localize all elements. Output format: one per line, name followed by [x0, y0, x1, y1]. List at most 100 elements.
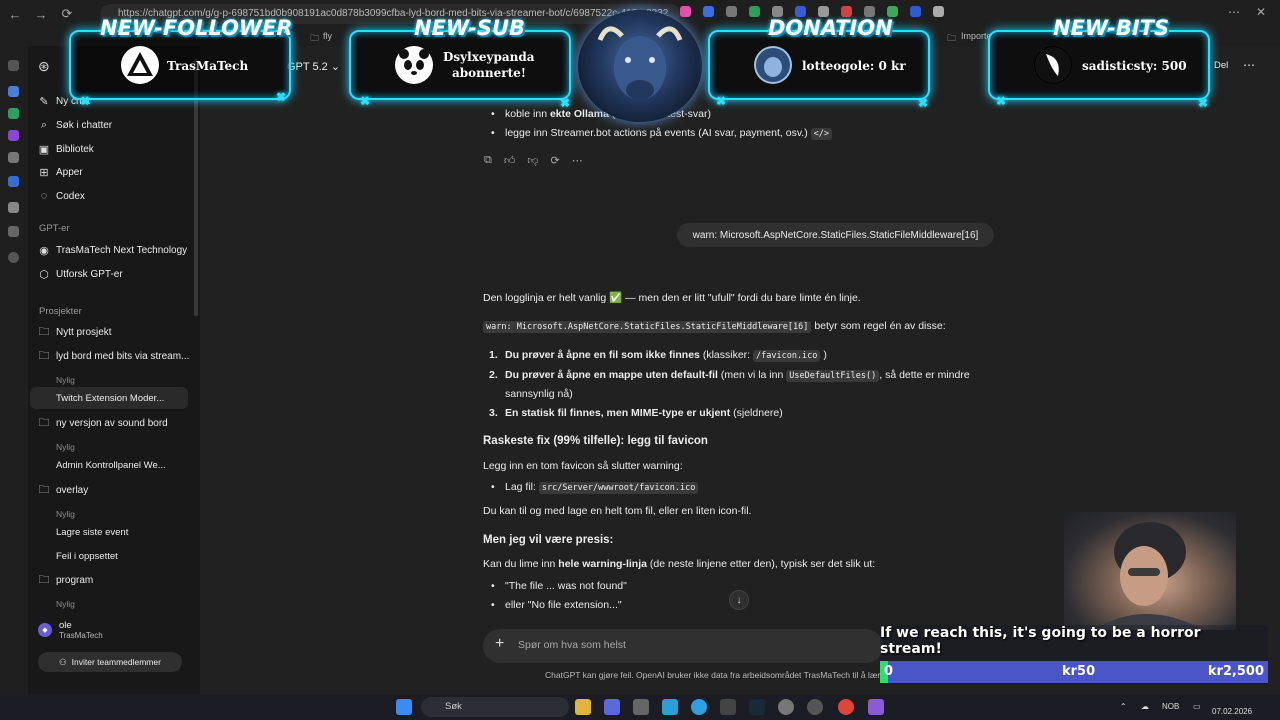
thumbs-up-icon[interactable]: 👍︎ — [504, 154, 516, 167]
folder-icon: 🗀 — [38, 483, 50, 496]
inline-code: UseDefaultFiles() — [786, 370, 880, 382]
paragraph: warn: Microsoft.AspNetCore.StaticFiles.S… — [483, 320, 946, 333]
sidebar-item-label: lyd bord med bits via stream... — [56, 350, 190, 362]
sidebar-item-codex[interactable]: ◌ Codex — [38, 185, 193, 207]
paragraph: Du kan til og med lage en helt tom fil, … — [483, 505, 752, 517]
rail-app-icon[interactable] — [8, 130, 19, 141]
user-menu[interactable]: ◆ ole TrasMaTech — [38, 620, 103, 640]
close-window-icon[interactable]: ✕ — [1256, 5, 1266, 19]
windows-start-icon[interactable] — [396, 699, 412, 715]
extension-icon[interactable] — [910, 6, 921, 17]
bookmark-fly[interactable]: fly — [323, 31, 332, 41]
chevron-up-icon[interactable]: ⌃ — [1120, 702, 1127, 711]
sidebar-item-explore-gpts[interactable]: ⬡ Utforsk GPT-er — [38, 263, 193, 285]
steam-icon[interactable] — [749, 699, 765, 715]
plus-icon[interactable]: + — [495, 635, 504, 653]
sidebar-chat-lagre[interactable]: Lagre siste event — [56, 527, 128, 538]
text-bold: hele warning-linja — [558, 558, 647, 570]
forward-icon[interactable]: → — [30, 3, 52, 25]
text: Kan du lime inn — [483, 558, 559, 570]
sidebar-item-apps[interactable]: ⊞ Apper — [38, 161, 193, 183]
goal-text: If we reach this, it's going to be a hor… — [880, 625, 1201, 657]
extension-icon[interactable] — [726, 6, 737, 17]
app-icon[interactable] — [662, 699, 678, 715]
donor-avatar-icon — [754, 46, 792, 84]
store-icon[interactable] — [604, 699, 620, 715]
model-selector[interactable]: GPT 5.2 ⌄ — [287, 60, 340, 73]
taskbar-search[interactable]: Søk — [421, 697, 569, 717]
sidebar-chat-feil[interactable]: Feil i oppsettet — [56, 551, 118, 562]
panda-avatar-icon — [395, 46, 433, 84]
sidebar-item-project-lydbord[interactable]: 🗀 lyd bord med bits via stream... — [38, 345, 193, 367]
rail-app-icon[interactable] — [8, 176, 19, 187]
invite-team-button[interactable]: ⚇ Inviter teammedlemmer — [38, 652, 182, 672]
app-icon[interactable] — [633, 699, 649, 715]
back-icon[interactable]: ← — [4, 3, 26, 25]
composer-placeholder[interactable]: Spør om hva som helst — [518, 639, 626, 651]
rail-app-icon[interactable] — [8, 108, 19, 119]
list-item: 2. Du prøver å åpne en mappe uten default… — [489, 369, 970, 382]
list-item: 3. En statisk fil finnes, men MIME-type e… — [489, 407, 783, 419]
rail-app-icon[interactable] — [8, 202, 19, 213]
model-label: GPT 5.2 — [287, 61, 328, 73]
language-indicator[interactable]: NOB — [1162, 702, 1179, 711]
sidebar-item-label: Codex — [56, 190, 85, 202]
sidebar-item-project-program[interactable]: 🗀 program — [38, 569, 193, 591]
bookmark-import[interactable]: Importe — [961, 31, 992, 41]
rail-app-icon[interactable] — [8, 226, 19, 237]
regenerate-icon[interactable]: ⟳ — [551, 154, 560, 167]
cloud-icon[interactable]: ☁ — [1141, 702, 1149, 711]
sidebar-item-project-soundbord[interactable]: 🗀 ny versjon av sound bord — [38, 412, 193, 434]
text: legge inn Streamer.bot actions på events… — [505, 127, 808, 139]
app-icon[interactable] — [778, 699, 794, 715]
text-bold: En statisk fil finnes, men MIME-type er … — [505, 407, 731, 419]
copy-icon[interactable]: ⧉ — [484, 154, 492, 167]
sparkle-icon: ✖ — [560, 96, 571, 110]
sidebar-item-library[interactable]: ▣ Bibliotek — [38, 138, 193, 160]
text: ) — [820, 349, 827, 361]
code-icon: </> — [810, 128, 832, 140]
sidebar-chat-admin[interactable]: Admin Kontrollpanel We... — [56, 460, 166, 471]
date: 07.02.2026 — [1212, 707, 1253, 716]
donation-text: lotteogole: 0 kr — [802, 59, 906, 73]
add-icon[interactable] — [8, 252, 19, 263]
sidebar-item-new-project[interactable]: 🗀 Nytt prosjekt — [38, 321, 193, 343]
sidebar-item-gpt[interactable]: ◉ TrasMaTech Next Technology — [38, 239, 193, 261]
visual-studio-icon[interactable] — [868, 699, 884, 715]
text: , så dette er mindre — [879, 369, 970, 381]
more-options-icon[interactable]: ⋯ — [1243, 58, 1255, 72]
sidebar-item-search[interactable]: ⌕ Søk i chatter — [38, 114, 193, 136]
share-button[interactable]: Del — [1214, 60, 1228, 71]
text: (sjeldnere) — [730, 407, 783, 419]
app-icon[interactable] — [720, 699, 736, 715]
folder-icon: 🗀 — [38, 573, 50, 586]
scroll-down-button[interactable]: ↓ — [729, 590, 749, 610]
thumbs-down-icon[interactable]: 👎︎ — [527, 154, 538, 167]
recent-label: Nylig — [56, 509, 75, 519]
sub-title: NEW-SUB — [414, 16, 526, 40]
extension-icon[interactable] — [933, 6, 944, 17]
extension-icon[interactable] — [703, 6, 714, 17]
list-item: 1. Du prøver å åpne en fil som ikke finne… — [489, 349, 827, 362]
sidebar-item-label: ny versjon av sound bord — [56, 417, 168, 429]
message-composer[interactable]: + Spør om hva som helst — [483, 629, 883, 663]
app-icon[interactable] — [807, 699, 823, 715]
extension-icon[interactable] — [749, 6, 760, 17]
menu-dots-icon[interactable]: ⋯ — [1228, 5, 1240, 19]
chatgpt-logo-icon[interactable]: ⊛ — [38, 58, 50, 75]
sidebar-chat-twitch[interactable]: Twitch Extension Moder... — [56, 393, 164, 404]
message-actions: ⧉ 👍︎ 👎︎ ⟳ ⋯ — [484, 154, 583, 167]
file-explorer-icon[interactable] — [575, 699, 591, 715]
chevron-down-icon[interactable] — [8, 60, 19, 71]
chrome-icon[interactable] — [838, 699, 854, 715]
rail-app-icon[interactable] — [8, 152, 19, 163]
network-icon[interactable]: ▭ — [1193, 702, 1201, 711]
rail-app-icon[interactable] — [8, 86, 19, 97]
reload-icon[interactable]: ⟳ — [56, 3, 78, 25]
text-bold: Du prøver å åpne en mappe uten default-f… — [505, 369, 718, 381]
edge-icon[interactable] — [691, 699, 707, 715]
windows-taskbar: Søk ⌃ ☁ NOB ▭ 07.02.2026 — [0, 694, 1280, 720]
sidebar-item-project-overlay[interactable]: 🗀 overlay — [38, 479, 193, 501]
search-icon: ⌕ — [40, 118, 48, 131]
more-icon[interactable]: ⋯ — [572, 154, 583, 167]
